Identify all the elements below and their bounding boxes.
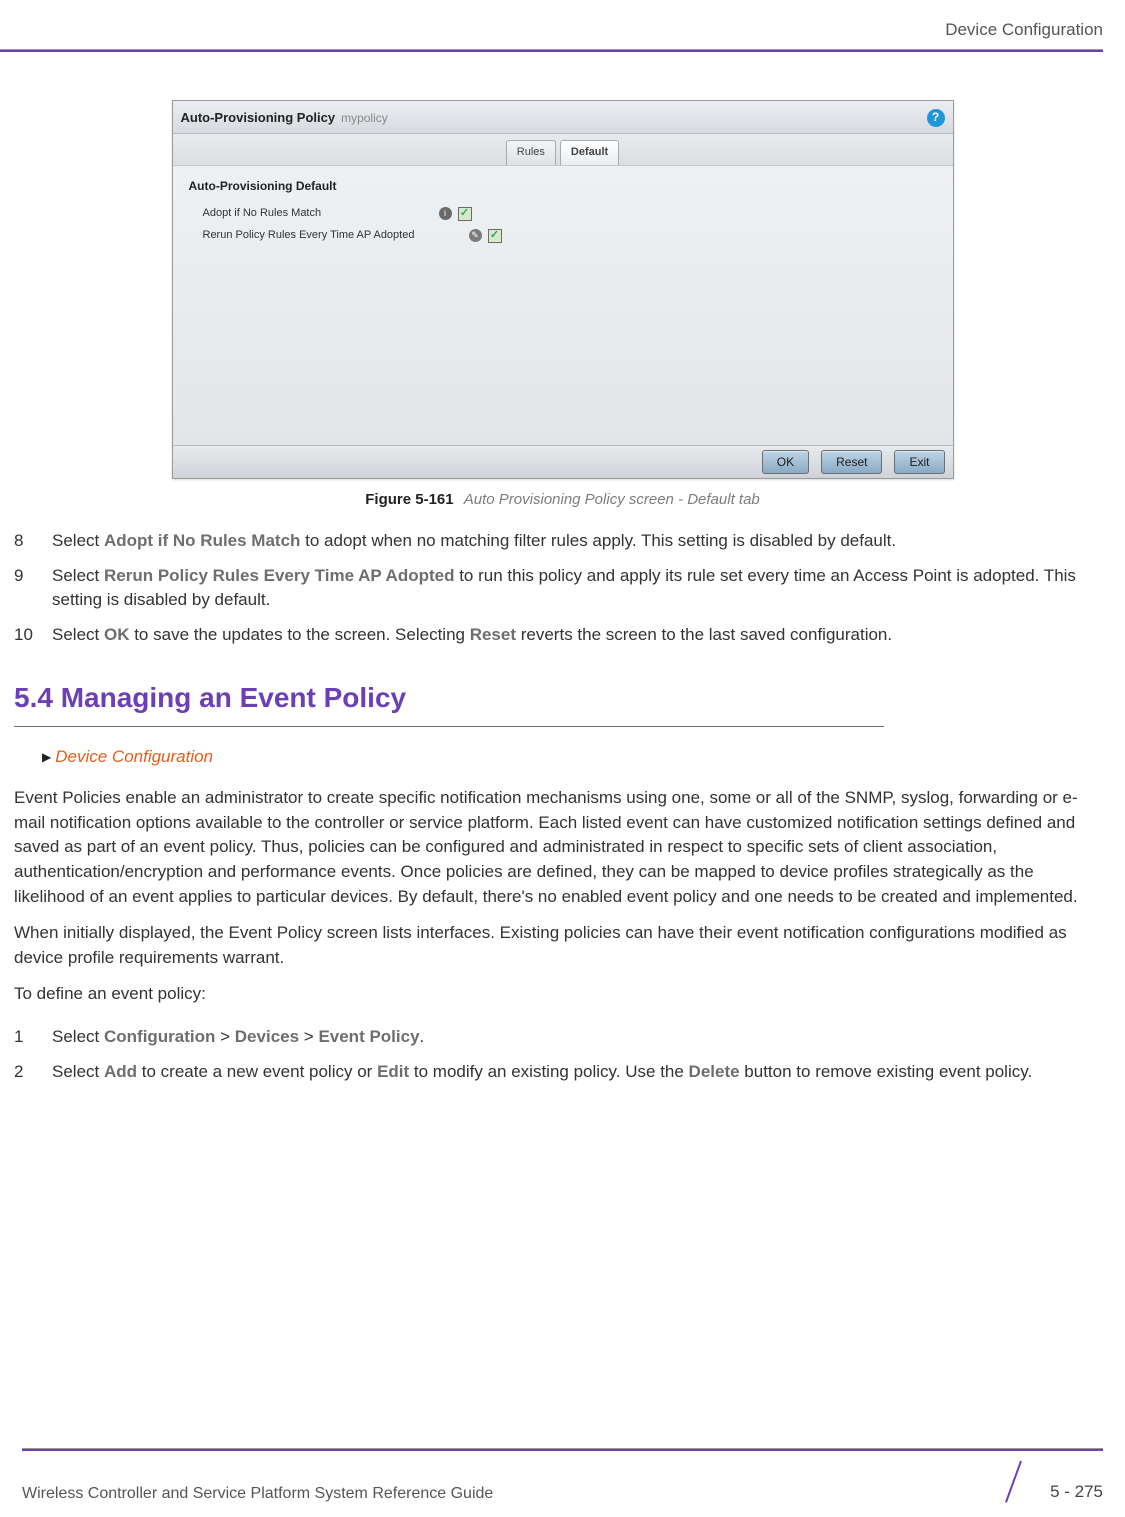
info-icon[interactable]: i	[439, 207, 452, 220]
footer-row: Wireless Controller and Service Platform…	[22, 1461, 1103, 1505]
page-number: 5 - 275	[1050, 1480, 1103, 1505]
button-bar: OK Reset Exit	[173, 445, 953, 478]
step-2: 2 Select Add to create a new event polic…	[14, 1060, 1111, 1085]
section-divider	[14, 726, 884, 727]
text-fragment: to create a new event policy or	[137, 1062, 377, 1081]
text-fragment: to adopt when no matching filter rules a…	[300, 531, 896, 550]
guide-title: Wireless Controller and Service Platform…	[22, 1482, 493, 1505]
text-fragment: .	[420, 1027, 425, 1046]
titlebar-left: Auto-Provisioning Policy mypolicy	[181, 109, 388, 128]
adopt-label: Adopt if No Rules Match	[203, 206, 433, 222]
bold-term: Devices	[235, 1027, 299, 1046]
bold-term: OK	[104, 625, 130, 644]
form-row-rerun: Rerun Policy Rules Every Time AP Adopted…	[203, 228, 937, 244]
step-text: Select Configuration > Devices > Event P…	[52, 1025, 1105, 1050]
window-titlebar: Auto-Provisioning Policy mypolicy ?	[173, 101, 953, 135]
step-1: 1 Select Configuration > Devices > Event…	[14, 1025, 1111, 1050]
tab-row: Rules Default	[173, 134, 953, 165]
page-footer: Wireless Controller and Service Platform…	[0, 1448, 1125, 1505]
step-number: 8	[14, 529, 40, 554]
text-fragment: Select	[52, 1027, 104, 1046]
text-fragment: to save the updates to the screen. Selec…	[129, 625, 469, 644]
breadcrumb: ▶ Device Configuration	[42, 745, 1111, 770]
bold-term: Reset	[470, 625, 516, 644]
text-fragment: >	[299, 1027, 318, 1046]
edit-icon[interactable]: ✎	[469, 229, 482, 242]
exit-button[interactable]: Exit	[894, 450, 944, 474]
figure-container: Auto-Provisioning Policy mypolicy ? Rule…	[172, 100, 954, 512]
step-number: 10	[14, 623, 40, 648]
panel-section-title: Auto-Provisioning Default	[189, 178, 937, 195]
text-fragment: reverts the screen to the last saved con…	[516, 625, 892, 644]
text-fragment: Select	[52, 1062, 104, 1081]
bold-term: Rerun Policy Rules Every Time AP Adopted	[104, 566, 455, 585]
body-paragraph: To define an event policy:	[14, 982, 1111, 1007]
text-fragment: >	[215, 1027, 234, 1046]
text-fragment: to modify an existing policy. Use the	[409, 1062, 688, 1081]
header-divider	[0, 49, 1103, 52]
bold-term: Event Policy	[318, 1027, 419, 1046]
body-paragraph: Event Policies enable an administrator t…	[14, 786, 1111, 909]
step-number: 1	[14, 1025, 40, 1050]
text-fragment: button to remove existing event policy.	[740, 1062, 1033, 1081]
help-icon[interactable]: ?	[927, 109, 945, 127]
step-number: 9	[14, 564, 40, 613]
step-text: Select Adopt if No Rules Match to adopt …	[52, 529, 1105, 554]
rerun-label: Rerun Policy Rules Every Time AP Adopted	[203, 228, 463, 244]
text-fragment: Select	[52, 531, 104, 550]
bold-term: Delete	[689, 1062, 740, 1081]
footer-divider	[22, 1448, 1103, 1451]
header-section: Device Configuration	[945, 20, 1103, 39]
adopt-checkbox[interactable]: ✓	[458, 207, 472, 221]
step-text: Select OK to save the updates to the scr…	[52, 623, 1105, 648]
step-10: 10 Select OK to save the updates to the …	[14, 623, 1111, 648]
bold-term: Edit	[377, 1062, 409, 1081]
bold-term: Adopt if No Rules Match	[104, 531, 300, 550]
page-header: Device Configuration	[0, 0, 1125, 52]
bold-term: Configuration	[104, 1027, 215, 1046]
app-window: Auto-Provisioning Policy mypolicy ? Rule…	[172, 100, 954, 480]
form-row-adopt: Adopt if No Rules Match i ✓	[203, 206, 937, 222]
step-text: Select Add to create a new event policy …	[52, 1060, 1105, 1085]
text-fragment: Select	[52, 566, 104, 585]
slash-icon	[998, 1461, 1042, 1505]
rerun-checkbox[interactable]: ✓	[488, 229, 502, 243]
step-9: 9 Select Rerun Policy Rules Every Time A…	[14, 564, 1111, 613]
bold-term: Add	[104, 1062, 137, 1081]
page-number-box: 5 - 275	[998, 1461, 1103, 1505]
step-8: 8 Select Adopt if No Rules Match to adop…	[14, 529, 1111, 554]
ok-button[interactable]: OK	[762, 450, 809, 474]
body-paragraph: When initially displayed, the Event Poli…	[14, 921, 1111, 970]
figure-caption: Figure 5-161 Auto Provisioning Policy sc…	[172, 489, 954, 511]
section-heading: 5.4 Managing an Event Policy	[14, 678, 1111, 719]
tab-rules[interactable]: Rules	[506, 140, 556, 165]
steps-list-a: 8 Select Adopt if No Rules Match to adop…	[14, 529, 1111, 648]
breadcrumb-link[interactable]: Device Configuration	[55, 745, 213, 770]
steps-list-b: 1 Select Configuration > Devices > Event…	[14, 1025, 1111, 1084]
text-fragment: Select	[52, 625, 104, 644]
triangle-icon: ▶	[42, 749, 51, 766]
tab-default[interactable]: Default	[560, 140, 619, 165]
window-subtitle: mypolicy	[341, 110, 388, 127]
reset-button[interactable]: Reset	[821, 450, 882, 474]
step-number: 2	[14, 1060, 40, 1085]
step-text: Select Rerun Policy Rules Every Time AP …	[52, 564, 1105, 613]
page-content: Auto-Provisioning Policy mypolicy ? Rule…	[0, 100, 1125, 1085]
panel-body: Auto-Provisioning Default Adopt if No Ru…	[173, 165, 953, 445]
window-title: Auto-Provisioning Policy	[181, 109, 336, 128]
figure-caption-text: Auto Provisioning Policy screen - Defaul…	[464, 491, 760, 508]
figure-label: Figure 5-161	[365, 491, 453, 508]
